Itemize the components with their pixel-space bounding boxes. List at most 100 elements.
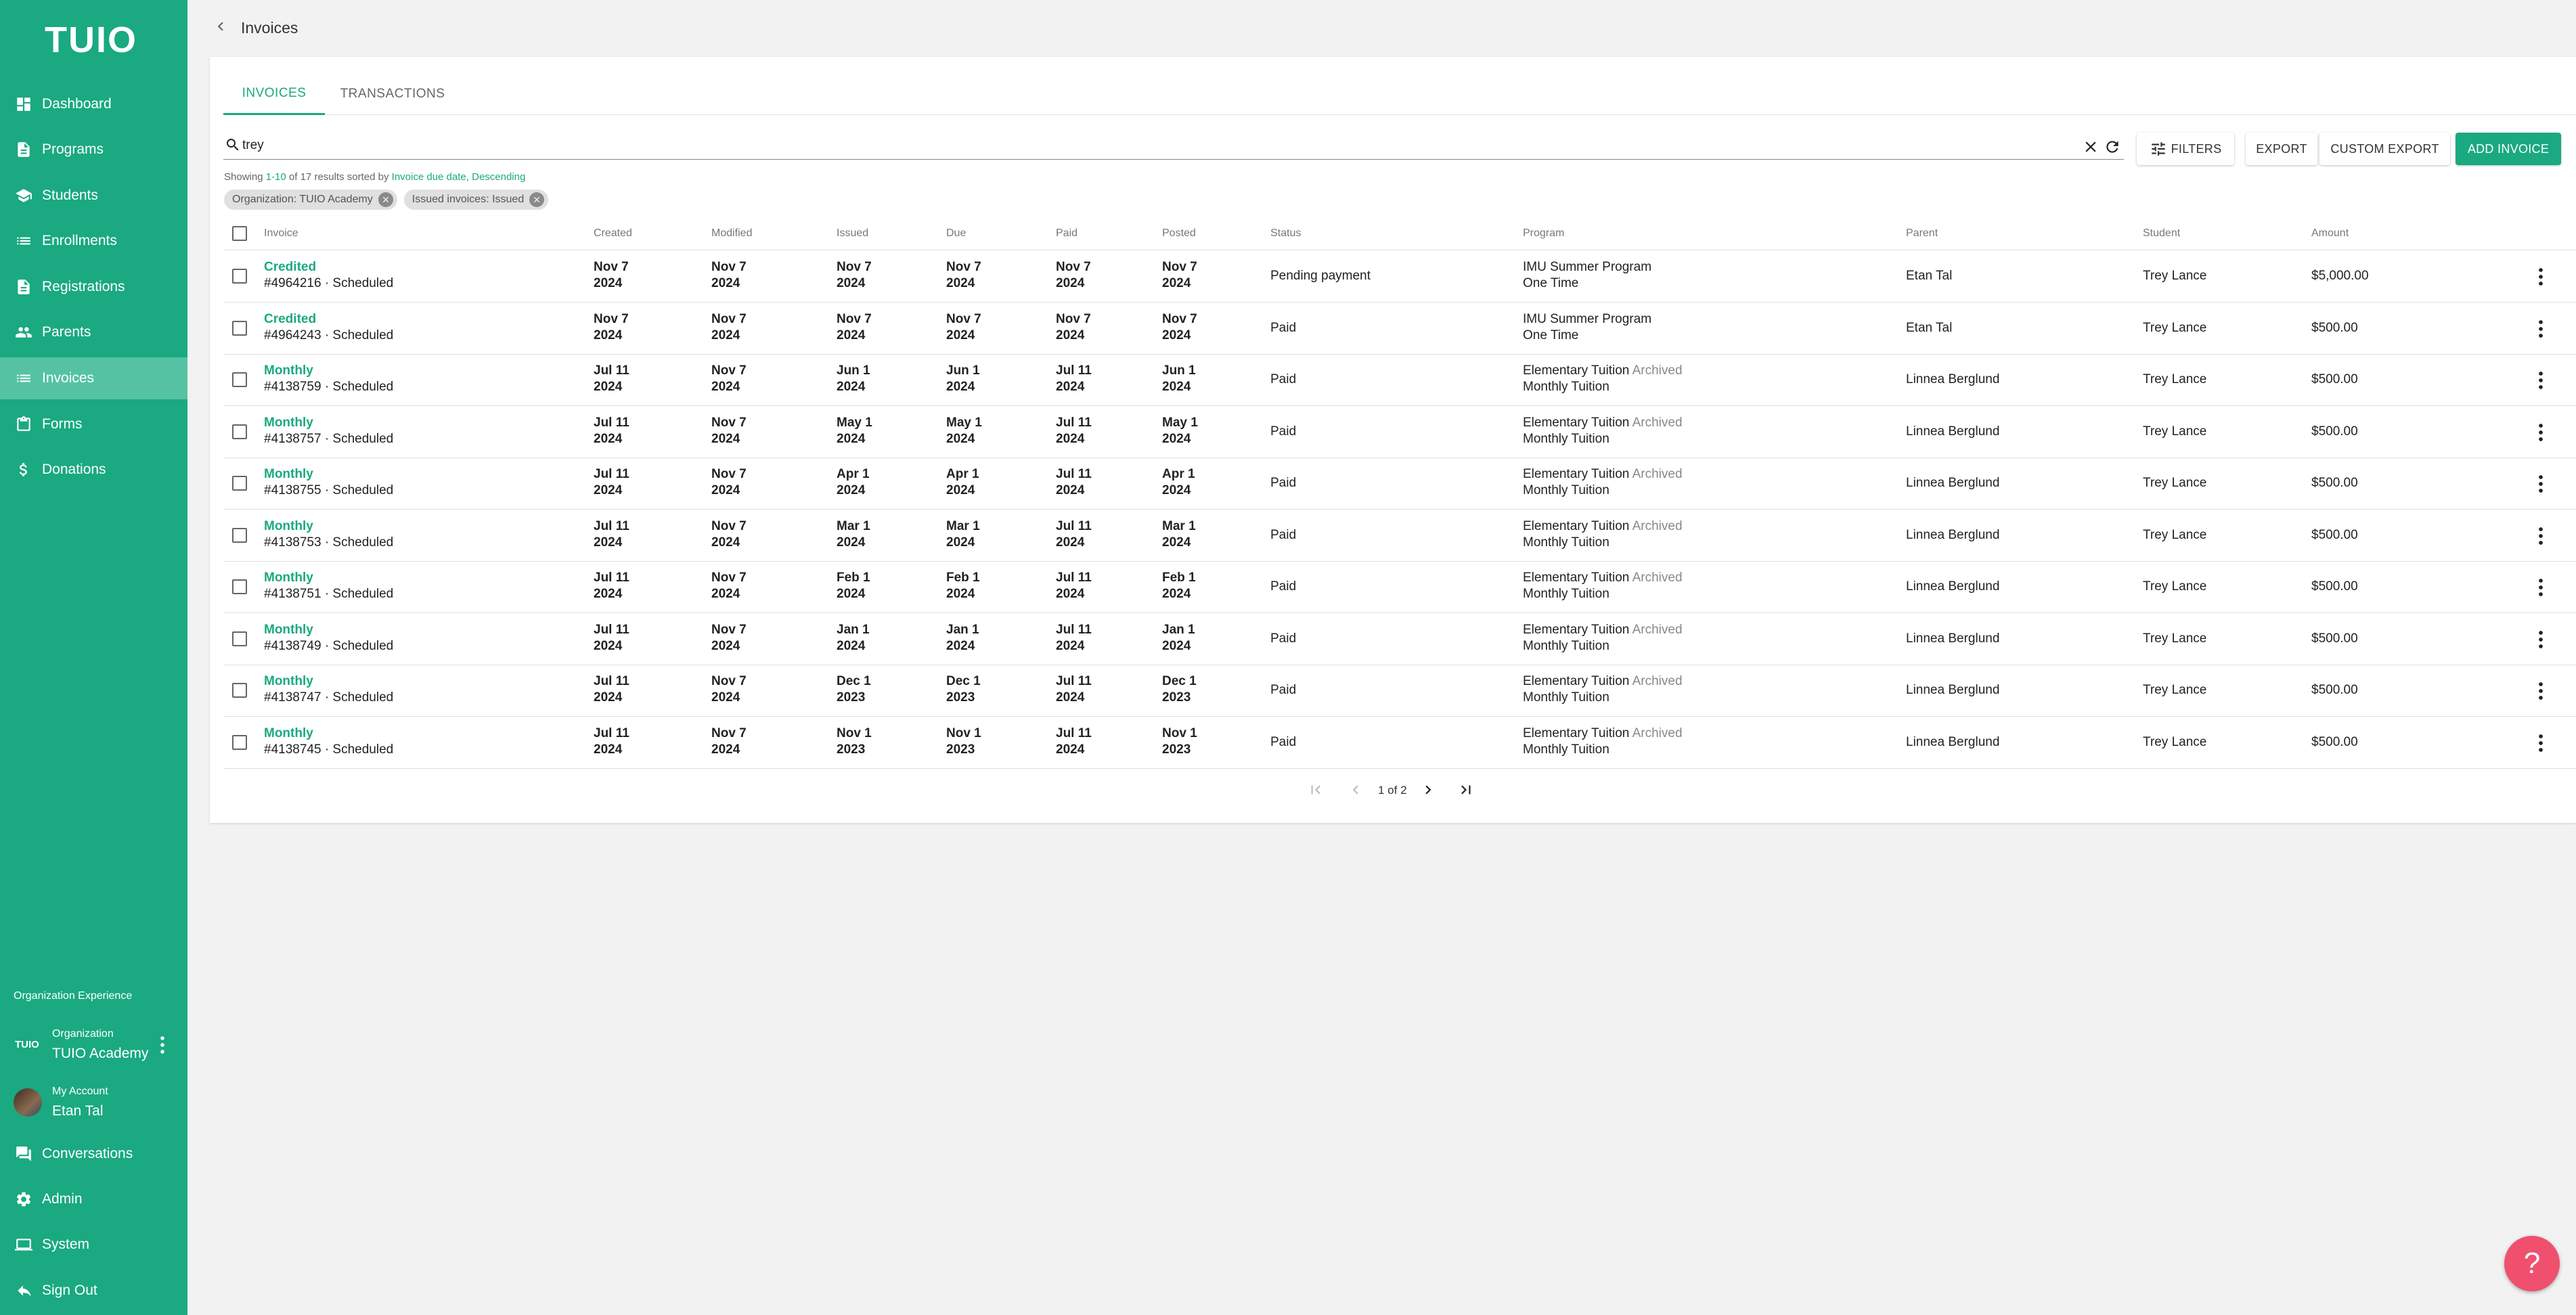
col-amount[interactable]: Amount bbox=[2311, 227, 2349, 240]
row-checkbox[interactable] bbox=[232, 372, 247, 387]
table-row[interactable]: Monthly #4138755 · Scheduled Jul 11 2024 Nov… bbox=[223, 458, 2576, 510]
col-status[interactable]: Status bbox=[1270, 227, 1301, 240]
table-row[interactable]: Monthly #4138759 · Scheduled Jul 11 2024 Nov… bbox=[223, 354, 2576, 406]
col-issued[interactable]: Issued bbox=[837, 227, 868, 240]
refresh-icon[interactable] bbox=[2104, 138, 2121, 156]
program-name[interactable]: IMU Summer Program bbox=[1523, 260, 1651, 274]
table-row[interactable]: Credited #4964243 · Scheduled Nov 7 2024 Nov… bbox=[223, 303, 2576, 355]
student-name[interactable]: Trey Lance bbox=[2143, 682, 2206, 698]
col-parent[interactable]: Parent bbox=[1906, 227, 1938, 240]
parent-name[interactable]: Linnea Berglund bbox=[1906, 527, 1999, 543]
next-page-icon[interactable] bbox=[1419, 781, 1437, 799]
row-checkbox[interactable] bbox=[232, 734, 247, 750]
invoice-type-link[interactable]: Credited bbox=[264, 311, 393, 328]
invoice-type-link[interactable]: Monthly bbox=[264, 466, 393, 483]
row-checkbox[interactable] bbox=[232, 424, 247, 439]
org-more-icon[interactable] bbox=[157, 1035, 168, 1055]
table-row[interactable]: Monthly #4138757 · Scheduled Jul 11 2024 Nov… bbox=[223, 406, 2576, 458]
custom-export-button[interactable]: CUSTOM EXPORT bbox=[2319, 133, 2450, 165]
row-more-icon[interactable] bbox=[2537, 577, 2545, 598]
program-name[interactable]: Elementary Tuition bbox=[1523, 363, 1629, 378]
row-more-icon[interactable] bbox=[2537, 267, 2545, 287]
table-row[interactable]: Monthly #4138749 · Scheduled Jul 11 2024 Nov… bbox=[223, 613, 2576, 665]
program-name[interactable]: Elementary Tuition bbox=[1523, 571, 1629, 585]
invoice-type-link[interactable]: Monthly bbox=[264, 570, 393, 586]
invoice-type-link[interactable]: Monthly bbox=[264, 622, 393, 638]
account-menu[interactable]: My Account Etan Tal bbox=[0, 1083, 187, 1123]
program-name[interactable]: Elementary Tuition bbox=[1523, 726, 1629, 740]
first-page-icon[interactable] bbox=[1307, 781, 1325, 799]
invoice-type-link[interactable]: Monthly bbox=[264, 415, 393, 431]
sidebar-item-parents[interactable]: Parents bbox=[0, 311, 187, 353]
col-invoice[interactable]: Invoice bbox=[264, 227, 298, 240]
row-more-icon[interactable] bbox=[2537, 681, 2545, 701]
add-invoice-button[interactable]: ADD INVOICE bbox=[2456, 133, 2561, 165]
filters-button[interactable]: FILTERS bbox=[2137, 133, 2234, 165]
back-button[interactable] bbox=[210, 16, 231, 37]
row-checkbox[interactable] bbox=[232, 476, 247, 491]
row-more-icon[interactable] bbox=[2537, 733, 2545, 753]
invoice-type-link[interactable]: Monthly bbox=[264, 673, 393, 690]
row-more-icon[interactable] bbox=[2537, 629, 2545, 650]
row-more-icon[interactable] bbox=[2537, 526, 2545, 546]
invoice-type-link[interactable]: Monthly bbox=[264, 518, 393, 535]
table-row[interactable]: Monthly #4138753 · Scheduled Jul 11 2024 Nov… bbox=[223, 510, 2576, 562]
row-checkbox[interactable] bbox=[232, 683, 247, 698]
parent-name[interactable]: Linnea Berglund bbox=[1906, 734, 1999, 751]
student-name[interactable]: Trey Lance bbox=[2143, 734, 2206, 751]
student-name[interactable]: Trey Lance bbox=[2143, 475, 2206, 491]
close-icon[interactable] bbox=[2082, 138, 2100, 156]
col-program[interactable]: Program bbox=[1523, 227, 1564, 240]
select-all-checkbox[interactable] bbox=[232, 226, 247, 241]
org-switcher[interactable]: TUIO Organization TUIO Academy bbox=[0, 1025, 187, 1066]
table-row[interactable]: Monthly #4138745 · Scheduled Jul 11 2024 Nov… bbox=[223, 717, 2576, 769]
parent-name[interactable]: Linnea Berglund bbox=[1906, 631, 1999, 647]
row-checkbox[interactable] bbox=[232, 320, 247, 336]
invoice-type-link[interactable]: Monthly bbox=[264, 363, 393, 379]
student-name[interactable]: Trey Lance bbox=[2143, 631, 2206, 647]
sidebar-item-enrollments[interactable]: Enrollments bbox=[0, 220, 187, 262]
parent-name[interactable]: Etan Tal bbox=[1906, 320, 1952, 336]
search-input[interactable] bbox=[242, 135, 2070, 156]
program-name[interactable]: Elementary Tuition bbox=[1523, 623, 1629, 637]
sidebar-item-programs[interactable]: Programs bbox=[0, 129, 187, 171]
row-more-icon[interactable] bbox=[2537, 474, 2545, 494]
student-name[interactable]: Trey Lance bbox=[2143, 372, 2206, 388]
student-name[interactable]: Trey Lance bbox=[2143, 424, 2206, 440]
sidebar-item-admin[interactable]: Admin bbox=[0, 1178, 187, 1220]
parent-name[interactable]: Etan Tal bbox=[1906, 268, 1952, 284]
student-name[interactable]: Trey Lance bbox=[2143, 527, 2206, 543]
sidebar-item-donations[interactable]: Donations bbox=[0, 449, 187, 491]
sidebar-item-invoices[interactable]: Invoices bbox=[0, 357, 187, 399]
row-checkbox[interactable] bbox=[232, 579, 247, 594]
export-button[interactable]: EXPORT bbox=[2246, 133, 2317, 165]
sidebar-item-registrations[interactable]: Registrations bbox=[0, 266, 187, 308]
sidebar-item-system[interactable]: System bbox=[0, 1224, 187, 1266]
invoice-type-link[interactable]: Credited bbox=[264, 259, 393, 275]
sort-order-link[interactable]: Descending bbox=[472, 171, 525, 183]
col-due[interactable]: Due bbox=[946, 227, 966, 240]
sidebar-item-forms[interactable]: Forms bbox=[0, 403, 187, 445]
col-paid[interactable]: Paid bbox=[1056, 227, 1078, 240]
chip-remove-icon[interactable] bbox=[378, 192, 393, 207]
col-modified[interactable]: Modified bbox=[711, 227, 752, 240]
sort-field-link[interactable]: Invoice due date bbox=[392, 171, 466, 183]
program-name[interactable]: Elementary Tuition bbox=[1523, 467, 1629, 481]
parent-name[interactable]: Linnea Berglund bbox=[1906, 579, 1999, 595]
col-created[interactable]: Created bbox=[594, 227, 632, 240]
invoice-type-link[interactable]: Monthly bbox=[264, 726, 393, 742]
table-row[interactable]: Monthly #4138747 · Scheduled Jul 11 2024 Nov… bbox=[223, 665, 2576, 717]
parent-name[interactable]: Linnea Berglund bbox=[1906, 424, 1999, 440]
student-name[interactable]: Trey Lance bbox=[2143, 320, 2206, 336]
table-row[interactable]: Credited #4964216 · Scheduled Nov 7 2024 Nov… bbox=[223, 250, 2576, 303]
row-more-icon[interactable] bbox=[2537, 422, 2545, 443]
program-name[interactable]: IMU Summer Program bbox=[1523, 312, 1651, 326]
parent-name[interactable]: Linnea Berglund bbox=[1906, 372, 1999, 388]
program-name[interactable]: Elementary Tuition bbox=[1523, 519, 1629, 533]
parent-name[interactable]: Linnea Berglund bbox=[1906, 475, 1999, 491]
row-checkbox[interactable] bbox=[232, 527, 247, 543]
row-checkbox[interactable] bbox=[232, 269, 247, 284]
parent-name[interactable]: Linnea Berglund bbox=[1906, 682, 1999, 698]
tab-invoices[interactable]: INVOICES bbox=[223, 73, 325, 115]
student-name[interactable]: Trey Lance bbox=[2143, 579, 2206, 595]
